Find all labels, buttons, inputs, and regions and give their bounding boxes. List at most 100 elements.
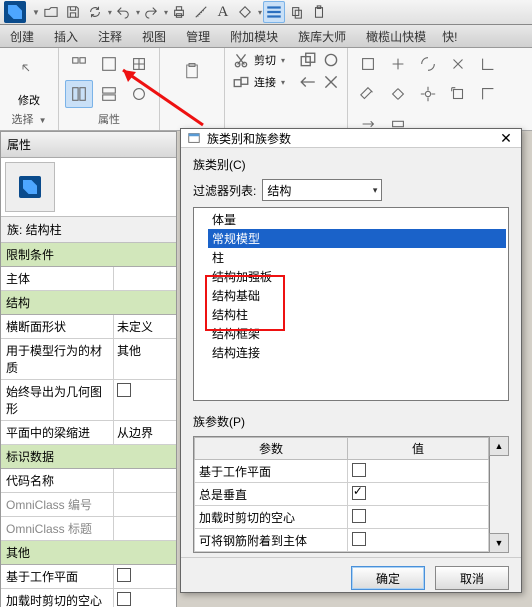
prop-icon-1[interactable] (65, 50, 93, 78)
list-item[interactable]: 常规模型 (208, 229, 506, 248)
list-item[interactable]: 结构框架 (208, 324, 506, 343)
modify-icon-a[interactable] (354, 50, 382, 78)
modify-icon-b[interactable] (384, 50, 412, 78)
diamond-icon[interactable] (235, 2, 255, 22)
quick-access-bar: ▼ ▾ ▾ ▾ A ▾ (0, 0, 532, 25)
group-iddata[interactable]: 标识数据 (1, 445, 176, 469)
app-menu-chevron-icon[interactable]: ▼ (32, 8, 40, 17)
checkbox-icon[interactable] (117, 592, 131, 606)
chevron-down-icon: ▾ (373, 185, 378, 196)
join-label[interactable]: 连接 (254, 74, 276, 90)
redo-icon[interactable] (141, 2, 161, 22)
prop-icon-4[interactable] (65, 80, 93, 108)
ok-button[interactable]: 确定 (351, 566, 425, 590)
prop-export[interactable]: 始终导出为几何图形 (1, 380, 114, 420)
geom-icon-4[interactable] (321, 72, 341, 92)
dialog-title: 族类别和族参数 (207, 130, 291, 147)
copy-icon[interactable] (287, 2, 307, 22)
group-other[interactable]: 其他 (1, 541, 176, 565)
modify-icon-d[interactable] (444, 50, 472, 78)
prop-icon-5[interactable] (95, 80, 123, 108)
modify-icon-g[interactable] (384, 80, 412, 108)
undo-icon[interactable] (113, 2, 133, 22)
col-value: 值 (347, 438, 488, 460)
tab-insert[interactable]: 插入 (44, 25, 88, 47)
list-item[interactable]: 结构连接 (208, 343, 506, 362)
prop-material[interactable]: 用于模型行为的材质 (1, 339, 114, 379)
group-constraints[interactable]: 限制条件 (1, 243, 176, 267)
paste-icon[interactable] (309, 2, 329, 22)
family-label[interactable]: 族: 结构柱 (1, 217, 176, 243)
group-struct[interactable]: 结构 (1, 291, 176, 315)
prop-beamindent[interactable]: 平面中的梁缩进 (1, 421, 114, 444)
geom-icon-3[interactable] (298, 72, 318, 92)
measure-icon[interactable] (191, 2, 211, 22)
clipboard-icon[interactable] (174, 50, 210, 92)
prop-workplane[interactable]: 基于工作平面 (1, 565, 114, 588)
prop-icon-2[interactable] (95, 50, 123, 78)
tab-create[interactable]: 创建 (0, 25, 44, 47)
family-category-dialog: 族类别和族参数 ✕ 族类别(C) 过滤器列表: 结构 ▾ 体量 常规模型 柱 结… (180, 128, 522, 593)
sync-icon[interactable] (85, 2, 105, 22)
category-listbox[interactable]: 体量 常规模型 柱 结构加强板 结构基础 结构柱 结构框架 结构连接 (193, 207, 509, 401)
list-item[interactable]: 柱 (208, 248, 506, 267)
app-logo-icon[interactable] (4, 1, 26, 23)
prop-section[interactable]: 横断面形状 (1, 315, 114, 338)
text-icon[interactable]: A (213, 2, 233, 22)
tab-annotate[interactable]: 注释 (88, 25, 132, 47)
prop-omni-no[interactable]: OmniClass 编号 (1, 493, 114, 516)
tab-manage[interactable]: 管理 (176, 25, 220, 47)
filter-value: 结构 (267, 182, 291, 199)
prop-host[interactable]: 主体 (1, 267, 114, 290)
panel-properties-label: 属性 (98, 111, 120, 128)
modify-icon-e[interactable] (474, 50, 502, 78)
prop-icon-6[interactable] (125, 80, 153, 108)
highlighted-tool-icon[interactable] (263, 1, 285, 23)
print-icon[interactable] (169, 2, 189, 22)
category-label: 族类别(C) (193, 156, 509, 173)
scroll-up-button[interactable]: ▲ (489, 436, 509, 456)
filter-combo[interactable]: 结构 ▾ (262, 179, 382, 201)
join-icon[interactable] (231, 72, 251, 92)
geom-icon-2[interactable] (321, 50, 341, 70)
save-icon[interactable] (63, 2, 83, 22)
checkbox-icon[interactable] (117, 568, 131, 582)
open-icon[interactable] (41, 2, 61, 22)
tab-olive[interactable]: 橄榄山快模 (356, 25, 436, 47)
modify-label: 修改 (18, 92, 40, 108)
modify-icon-i[interactable] (444, 80, 472, 108)
col-param: 参数 (195, 438, 348, 460)
tab-addin[interactable]: 附加模块 (220, 25, 288, 47)
filter-label: 过滤器列表: (193, 182, 256, 199)
prop-cutvoid[interactable]: 加载时剪切的空心 (1, 589, 114, 607)
tab-famlib[interactable]: 族库大师 (288, 25, 356, 47)
scroll-down-button[interactable]: ▼ (489, 533, 509, 553)
modify-icon-c[interactable] (414, 50, 442, 78)
checkbox-icon (352, 509, 366, 523)
prop-icon-3[interactable] (125, 50, 153, 78)
prop-codename[interactable]: 代码名称 (1, 469, 114, 492)
list-item[interactable]: 体量 (208, 210, 506, 229)
close-button[interactable]: ✕ (497, 129, 515, 147)
cut-icon[interactable] (231, 50, 251, 70)
prop-omni-title[interactable]: OmniClass 标题 (1, 517, 114, 540)
tab-quick[interactable]: 快! (436, 25, 463, 47)
geom-icon-1[interactable] (298, 50, 318, 70)
modify-icon-f[interactable] (354, 80, 382, 108)
checkbox-icon (352, 463, 366, 477)
tab-view[interactable]: 视图 (132, 25, 176, 47)
checkbox-icon[interactable] (117, 383, 131, 397)
type-thumbnail[interactable] (5, 162, 55, 212)
modify-tool-icon[interactable] (11, 50, 47, 92)
modify-icon-h[interactable] (414, 80, 442, 108)
list-item[interactable]: 结构基础 (208, 286, 506, 305)
param-table: 参数值 基于工作平面 总是垂直 加载时剪切的空心 可将钢筋附着到主体 (193, 436, 490, 553)
cancel-button[interactable]: 取消 (435, 566, 509, 590)
ribbon: 修改 选择 ▼ 属性 x 剪切▾ (0, 48, 532, 131)
properties-title: 属性 (1, 132, 176, 158)
list-item[interactable]: 结构加强板 (208, 267, 506, 286)
cut-label[interactable]: 剪切 (254, 52, 276, 68)
list-item[interactable]: 结构柱 (208, 305, 506, 324)
panel-select-label: 选择 (12, 114, 34, 126)
modify-icon-j[interactable] (474, 80, 502, 108)
